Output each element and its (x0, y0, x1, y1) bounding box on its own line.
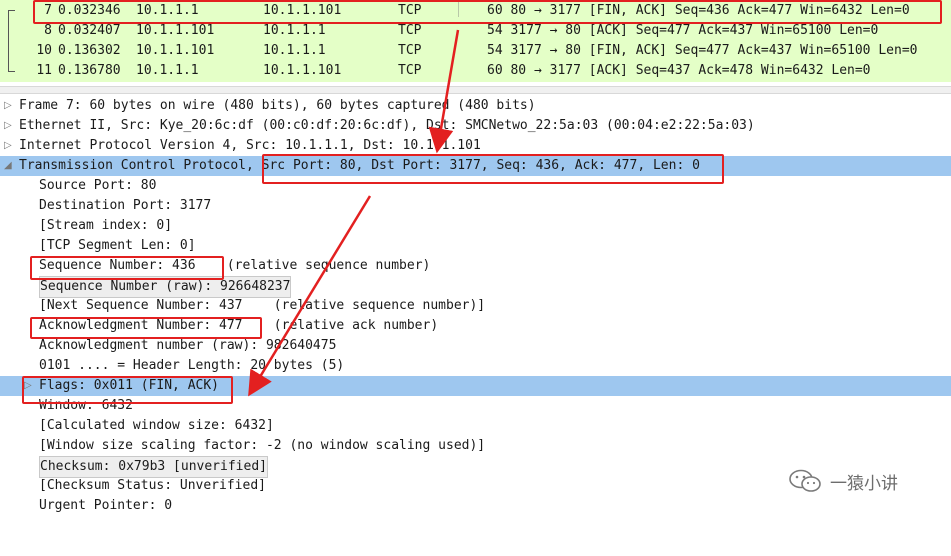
seq-number-note: (relative sequence number) (195, 258, 431, 273)
tree-item-ethernet[interactable]: ▷ Ethernet II, Src: Kye_20:6c:df (00:c0:… (0, 116, 951, 136)
tree-item-window-scaling[interactable]: [Window size scaling factor: -2 (no wind… (0, 436, 951, 456)
packet-info: 54 3177 → 80 [FIN, ACK] Seq=477 Ack=437 … (487, 43, 918, 58)
tree-item-label: Acknowledgment number (raw): 982640475 (39, 338, 337, 353)
packet-no: 8 (44, 23, 52, 38)
tree-item-label: [Calculated window size: 6432] (39, 418, 274, 433)
tree-item-label: Urgent Pointer: 0 (39, 498, 173, 513)
packet-row[interactable]: 8 0.032407 10.1.1.101 10.1.1.1 TCP 54 31… (0, 21, 951, 41)
tree-item-source-port[interactable]: Source Port: 80 (0, 176, 951, 196)
packet-list: 7 0.032346 10.1.1.1 10.1.1.101 TCP 60 80… (0, 0, 951, 82)
packet-destination: 10.1.1.1 (263, 43, 326, 58)
tree-item-dest-port[interactable]: Destination Port: 3177 (0, 196, 951, 216)
pane-divider[interactable] (0, 86, 951, 94)
tree-item-window[interactable]: Window: 6432 (0, 396, 951, 416)
tree-item-label: [TCP Segment Len: 0] (39, 238, 196, 253)
tree-item-label: Destination Port: 3177 (39, 198, 212, 213)
packet-source: 10.1.1.1 (136, 63, 199, 78)
expand-arrow-icon[interactable]: ▷ (4, 96, 16, 116)
packet-protocol: TCP (398, 63, 422, 78)
tree-item-label: Sequence Number (raw): 926648237 (39, 276, 292, 298)
packet-source: 10.1.1.101 (136, 23, 215, 38)
tree-item-flags[interactable]: ▷ Flags: 0x011 (FIN, ACK) (0, 376, 951, 396)
tree-item-frame[interactable]: ▷ Frame 7: 60 bytes on wire (480 bits), … (0, 96, 951, 116)
tree-item-ack-raw[interactable]: Acknowledgment number (raw): 982640475 (0, 336, 951, 356)
expand-arrow-icon[interactable]: ▷ (4, 136, 16, 156)
collapse-arrow-icon[interactable]: ◢ (4, 156, 16, 176)
packet-time: 0.136302 (58, 43, 121, 58)
expand-arrow-icon[interactable]: ▷ (24, 376, 36, 396)
expand-arrow-icon[interactable]: ▷ (4, 116, 16, 136)
tree-item-label: Flags: 0x011 (FIN, ACK) (39, 378, 220, 393)
packet-time: 0.032346 (58, 3, 121, 18)
packet-info: 60 80 → 3177 [FIN, ACK] Seq=436 Ack=477 … (487, 3, 910, 18)
tree-item-next-seq[interactable]: [Next Sequence Number: 437 (relative seq… (0, 296, 951, 316)
seq-number-label: Sequence Number: 436 (39, 258, 196, 273)
tree-item-label: Checksum: 0x79b3 [unverified] (39, 456, 268, 478)
packet-time: 0.032407 (58, 23, 121, 38)
tree-item-label: Ethernet II, Src: Kye_20:6c:df (00:c0:df… (19, 118, 755, 133)
packet-info: 54 3177 → 80 [ACK] Seq=477 Ack=437 Win=6… (487, 23, 879, 38)
packet-destination: 10.1.1.101 (263, 3, 342, 18)
packet-row[interactable]: 10 0.136302 10.1.1.101 10.1.1.1 TCP 54 3… (0, 41, 951, 61)
ack-number-note: (relative ack number) (242, 318, 439, 333)
tree-item-label: [Checksum Status: Unverified] (39, 478, 266, 493)
tree-item-seq-number[interactable]: Sequence Number: 436 (relative sequence … (0, 256, 951, 276)
watermark: 一猿小讲 (788, 468, 898, 494)
tree-item-urgent[interactable]: Urgent Pointer: 0 (0, 496, 951, 516)
packet-protocol: TCP (398, 3, 422, 18)
tree-item-label: Source Port: 80 (39, 178, 157, 193)
packet-row[interactable]: 11 0.136780 10.1.1.1 10.1.1.101 TCP 60 8… (0, 61, 951, 81)
packet-protocol: TCP (398, 43, 422, 58)
tree-item-label: Transmission Control Protocol, (19, 158, 262, 173)
tree-item-header-len[interactable]: 0101 .... = Header Length: 20 bytes (5) (0, 356, 951, 376)
tree-item-calc-window[interactable]: [Calculated window size: 6432] (0, 416, 951, 436)
tree-item-label: Internet Protocol Version 4, Src: 10.1.1… (19, 138, 481, 153)
tree-item-seq-raw[interactable]: Sequence Number (raw): 926648237 (0, 276, 951, 298)
packet-details-tree: ▷ Frame 7: 60 bytes on wire (480 bits), … (0, 96, 951, 516)
tree-item-ip[interactable]: ▷ Internet Protocol Version 4, Src: 10.1… (0, 136, 951, 156)
packet-destination: 10.1.1.101 (263, 63, 342, 78)
packet-source: 10.1.1.101 (136, 43, 215, 58)
tree-item-ack-number[interactable]: Acknowledgment Number: 477 (relative ack… (0, 316, 951, 336)
packet-destination: 10.1.1.1 (263, 23, 326, 38)
packet-time: 0.136780 (58, 63, 121, 78)
wechat-icon (789, 469, 821, 492)
tcp-summary: Src Port: 80, Dst Port: 3177, Seq: 436, … (261, 158, 700, 173)
tree-item-stream-index[interactable]: [Stream index: 0] (0, 216, 951, 236)
tree-item-segment-len[interactable]: [TCP Segment Len: 0] (0, 236, 951, 256)
tree-item-label: Window: 6432 (39, 398, 133, 413)
packet-no: 7 (44, 3, 52, 18)
packet-no: 10 (36, 43, 52, 58)
packet-protocol: TCP (398, 23, 422, 38)
tree-item-tcp[interactable]: ◢ Transmission Control Protocol, Src Por… (0, 156, 951, 176)
tree-item-label: [Stream index: 0] (39, 218, 173, 233)
tree-item-label: [Window size scaling factor: -2 (no wind… (39, 438, 486, 453)
tree-item-label: Frame 7: 60 bytes on wire (480 bits), 60… (19, 98, 536, 113)
tree-item-label: [Next Sequence Number: 437 (relative seq… (39, 298, 486, 313)
tree-item-label: 0101 .... = Header Length: 20 bytes (5) (39, 358, 345, 373)
column-separator (458, 1, 459, 17)
packet-row[interactable]: 7 0.032346 10.1.1.1 10.1.1.101 TCP 60 80… (0, 1, 951, 21)
watermark-text: 一猿小讲 (830, 473, 898, 494)
packet-info: 60 80 → 3177 [ACK] Seq=437 Ack=478 Win=6… (487, 63, 871, 78)
packet-no: 11 (36, 63, 52, 78)
ack-number-label: Acknowledgment Number: 477 (39, 318, 243, 333)
packet-source: 10.1.1.1 (136, 3, 199, 18)
